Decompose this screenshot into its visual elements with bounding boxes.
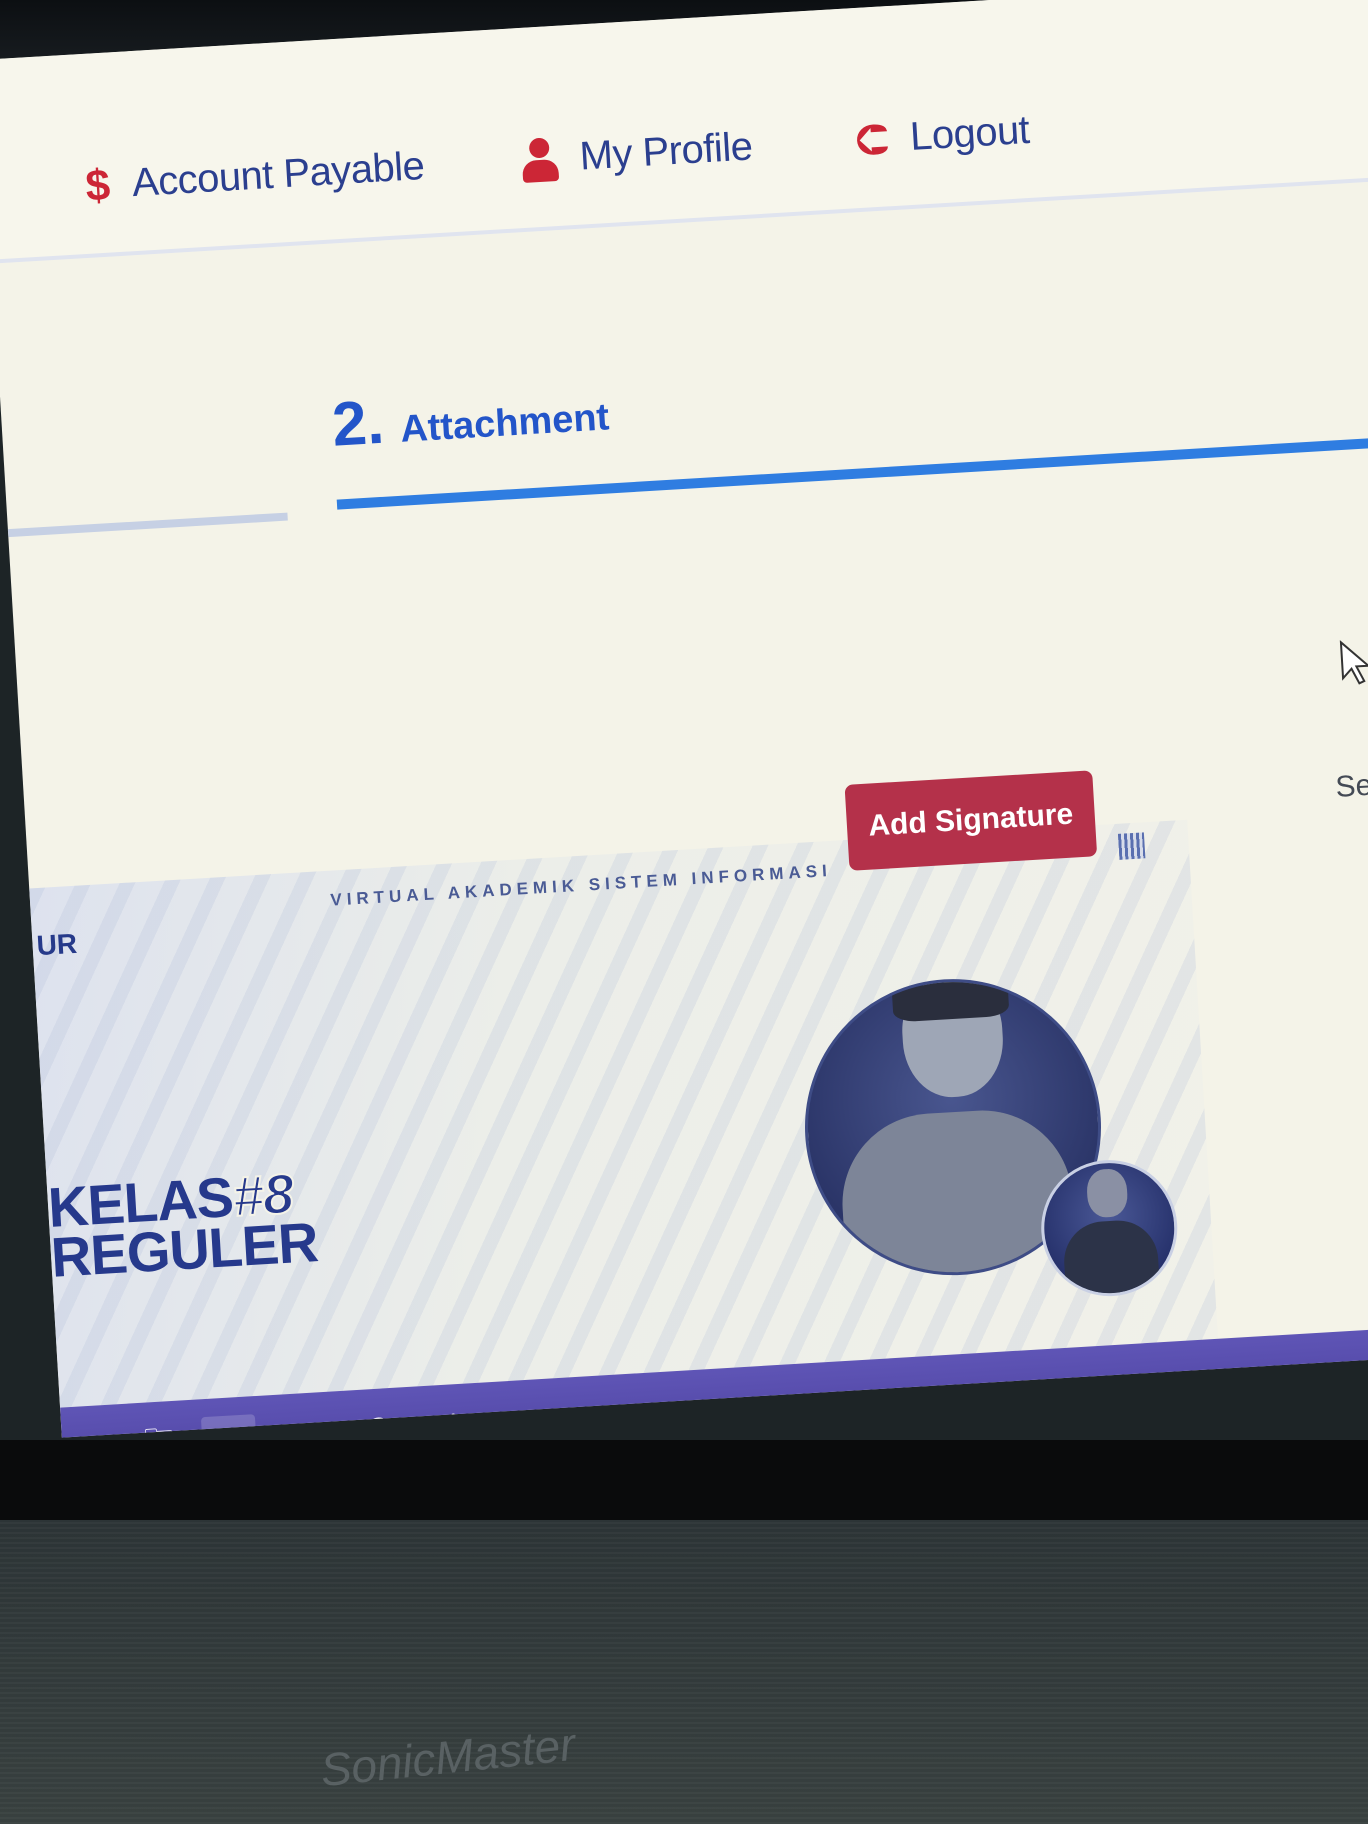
add-signature-button[interactable]: Add Signature [844,770,1098,871]
step-number: 2. [330,387,386,460]
nav-account-payable[interactable]: $ Account Payable [84,143,426,211]
terminal-icon[interactable]: ▭ [650,1387,707,1436]
notes-icon[interactable]: ▤ [276,1410,333,1438]
attachment-image: UR VIRTUAL AKADEMIK SISTEM INFORMASI KEL… [29,819,1219,1408]
excel-icon[interactable]: ▦ [800,1379,857,1428]
nav-logout[interactable]: ⮈ Logout [854,107,1031,164]
step-label: Attachment [399,396,611,451]
settings-icon[interactable]: ⚙ [425,1401,482,1438]
step-1-progress-line [7,512,288,538]
step-heading: 2. Attachment [330,373,610,460]
user-icon [521,136,560,183]
banner-caption: VIRTUAL AKADEMIK SISTEM INFORMASI [329,860,833,910]
photos-icon[interactable]: ▣ [725,1383,782,1432]
sender-label: Sender [1334,765,1368,804]
banner-corner-text: UR [35,927,78,962]
nav-my-profile-label: My Profile [578,124,754,179]
banner-title: KELAS#8 REGULER [46,1160,320,1289]
nav-logout-label: Logout [908,107,1031,159]
qr-code-icon [1117,832,1146,860]
laptop-keyboard-deck [0,1520,1368,1824]
sticky-notes-icon[interactable]: ◧ [575,1392,632,1438]
logout-icon: ⮈ [854,114,890,164]
document-icon[interactable]: ▯ [500,1396,557,1438]
file-explorer-icon[interactable]: 🗀 [131,1418,188,1437]
nav-account-payable-label: Account Payable [130,143,426,206]
laptop-screen: $ Account Payable My Profile ⮈ Logout 2.… [0,0,1368,1438]
banner-title-line2: REGULER [49,1210,320,1289]
nav-my-profile[interactable]: My Profile [521,124,754,183]
whatsapp-icon[interactable]: ✆ [351,1405,408,1438]
mouse-cursor-icon [1339,640,1368,685]
dollar-icon: $ [84,160,112,211]
chrome-icon[interactable]: ◉ [200,1414,258,1438]
